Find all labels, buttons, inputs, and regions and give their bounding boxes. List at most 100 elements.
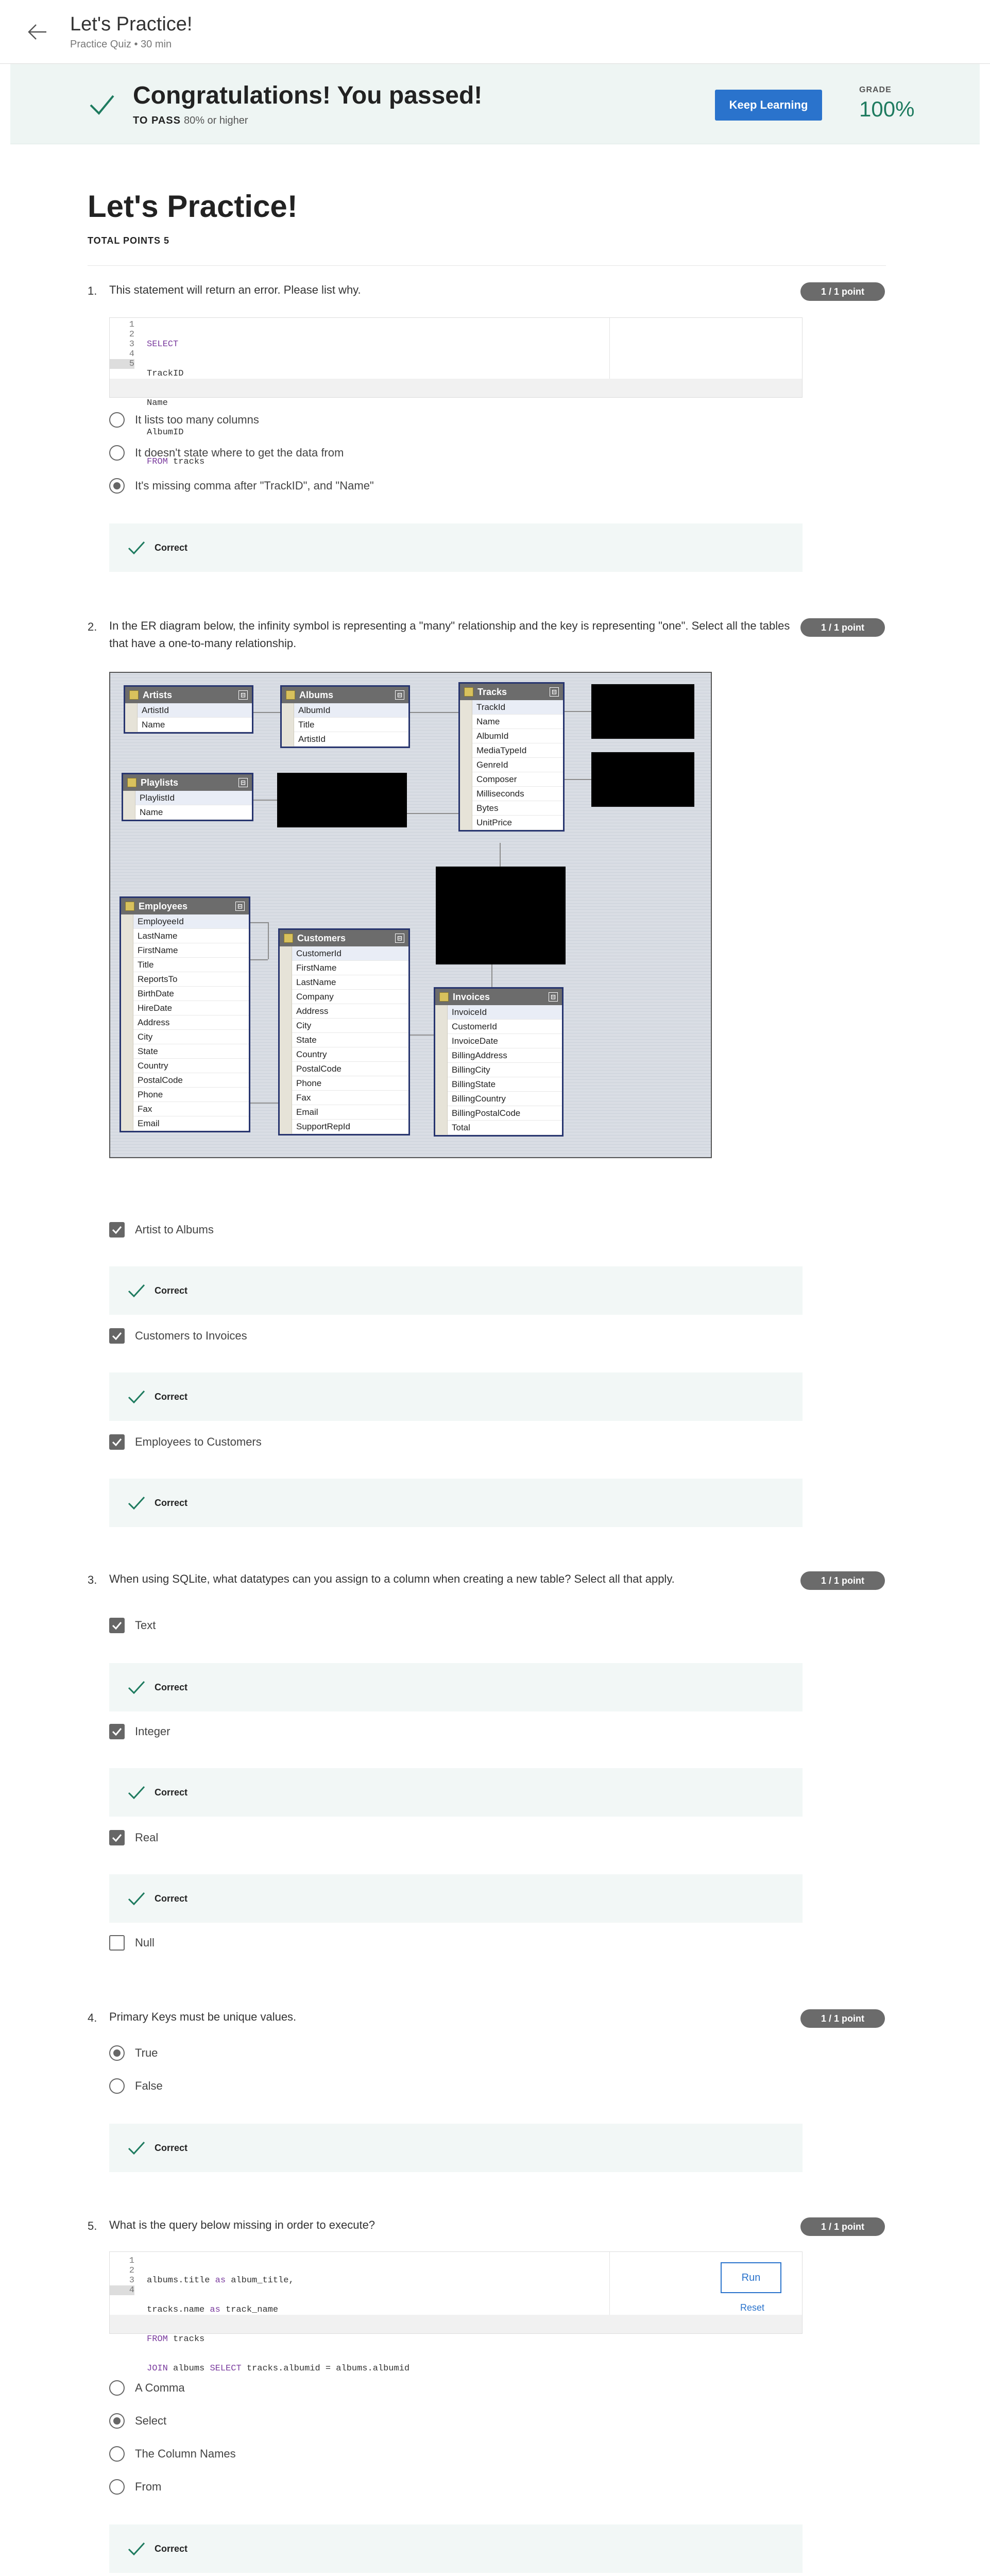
checkbox-checked[interactable] [109,1434,125,1450]
feedback-correct: Correct [109,2524,803,2573]
feedback-correct: Correct [109,1874,803,1923]
checkbox[interactable] [109,1935,125,1951]
line-numbers: 12345 [110,320,139,486]
relationship-line [565,711,591,712]
check-icon [128,1284,145,1297]
question-number: 3. [88,1573,97,1586]
question-text: Primary Keys must be unique values. [109,2010,297,2023]
feedback-correct: Correct [109,1266,803,1315]
code-editor: 1234 albums.title as album_title, tracks… [109,2251,803,2374]
radio-button[interactable] [109,2380,125,2396]
radio-button[interactable] [109,445,125,461]
feedback-correct: Correct [109,1372,803,1421]
check-icon [128,1892,145,1905]
er-table-playlists: Playlists ⊟ PlaylistId Name [122,773,253,821]
option-radio[interactable]: The Column Names [109,2446,236,2462]
feedback-correct: Correct [109,523,803,572]
relationship-line [410,1035,434,1036]
check-icon [128,1786,145,1799]
option-radio[interactable]: From [109,2479,161,2495]
relationship-line [253,712,280,713]
divider [88,265,886,266]
er-table-employees: Employees ⊟ EmployeeId LastName FirstName Ti… [120,896,250,1132]
redacted-table [436,867,566,964]
run-button[interactable]: Run [721,2262,781,2293]
relationship-line [407,813,458,814]
question-number: 5. [88,2219,97,2232]
option-checkbox[interactable]: Customers to Invoices [109,1328,247,1344]
checkbox-checked[interactable] [109,1222,125,1238]
relationship-line [268,922,269,959]
output-divider [609,2252,610,2316]
option-radio[interactable]: False [109,2078,163,2094]
feedback-correct: Correct [109,1768,803,1817]
feedback-correct: Correct [109,2124,803,2172]
question-number: 1. [88,284,97,297]
redacted-table [277,773,407,827]
option-checkbox[interactable]: Null [109,1935,155,1951]
er-table-customers: Customers ⊟ CustomerId FirstName LastName Co… [278,928,410,1136]
er-table-albums: Albums ⊟ AlbumId Title ArtistId [280,685,410,748]
relationship-line [565,779,591,780]
radio-button[interactable] [109,2479,125,2495]
relationship-line [500,843,501,867]
question-text: When using SQLite, what datatypes can yo… [109,1572,675,1585]
points-badge: 1 / 1 point [800,2217,885,2236]
er-table-artists: Artists ⊟ ArtistId Name [124,685,253,734]
points-badge: 1 / 1 point [800,1571,885,1590]
option-checkbox[interactable]: Real [109,1830,158,1845]
code-footer [110,379,802,397]
relationship-line [250,1103,278,1104]
relationship-line [491,964,492,987]
radio-button[interactable] [109,2078,125,2094]
code-block: 12345 SELECT TrackID Name AlbumID FROM t… [109,317,803,467]
relationship-line [253,800,277,801]
option-radio[interactable]: A Comma [109,2380,185,2396]
option-checkbox[interactable]: Text [109,1618,156,1633]
points-badge: 1 / 1 point [800,618,885,637]
code-text[interactable]: SELECT TrackID Name AlbumID FROM tracks [139,320,204,486]
checkbox-checked[interactable] [109,1618,125,1633]
total-points: TOTAL POINTS 5 [88,235,170,246]
question-number: 4. [88,2011,97,2024]
redacted-table [591,752,694,807]
check-icon [128,2542,145,2555]
radio-button[interactable] [109,412,125,428]
er-diagram: Artists ⊟ ArtistId Name Albums ⊟ AlbumId Tit… [109,672,712,1158]
er-table-invoices: Invoices ⊟ InvoiceId CustomerId InvoiceDate… [434,987,564,1137]
check-icon [128,541,145,554]
option-radio[interactable]: It doesn't state where to get the data f… [109,445,344,461]
points-badge: 1 / 1 point [800,2009,885,2028]
redacted-table [591,684,694,739]
relationship-line [250,922,268,923]
option-checkbox[interactable]: Employees to Customers [109,1434,262,1450]
check-icon [128,1496,145,1510]
er-table-tracks: Tracks ⊟ TrackId Name AlbumId MediaTypeId Gen… [458,682,565,832]
option-checkbox[interactable]: Integer [109,1724,170,1739]
radio-button-selected[interactable] [109,2045,125,2061]
feedback-correct: Correct [109,1479,803,1527]
option-radio[interactable]: It lists too many columns [109,412,259,428]
radio-button-selected[interactable] [109,2413,125,2429]
check-icon [128,1390,145,1403]
check-icon [128,1681,145,1694]
question-text: What is the query below missing in order… [109,2218,375,2231]
option-checkbox[interactable]: Artist to Albums [109,1222,214,1238]
reset-link[interactable]: Reset [740,2302,764,2313]
page-title: Let's Practice! [88,189,298,224]
feedback-correct: Correct [109,1663,803,1711]
option-radio[interactable]: True [109,2045,158,2061]
checkbox-checked[interactable] [109,1724,125,1739]
code-footer [110,2315,802,2333]
option-radio[interactable]: It's missing comma after "TrackID", and … [109,478,374,494]
quiz-content: Let's Practice! TOTAL POINTS 5 1. This s… [0,0,990,2573]
points-badge: 1 / 1 point [800,282,885,301]
question-number: 2. [88,620,97,633]
radio-button[interactable] [109,2446,125,2462]
checkbox-checked[interactable] [109,1830,125,1845]
relationship-line [250,959,268,960]
question-text: In the ER diagram below, the infinity sy… [109,619,790,650]
checkbox-checked[interactable] [109,1328,125,1344]
option-radio[interactable]: Select [109,2413,166,2429]
radio-button-selected[interactable] [109,478,125,494]
